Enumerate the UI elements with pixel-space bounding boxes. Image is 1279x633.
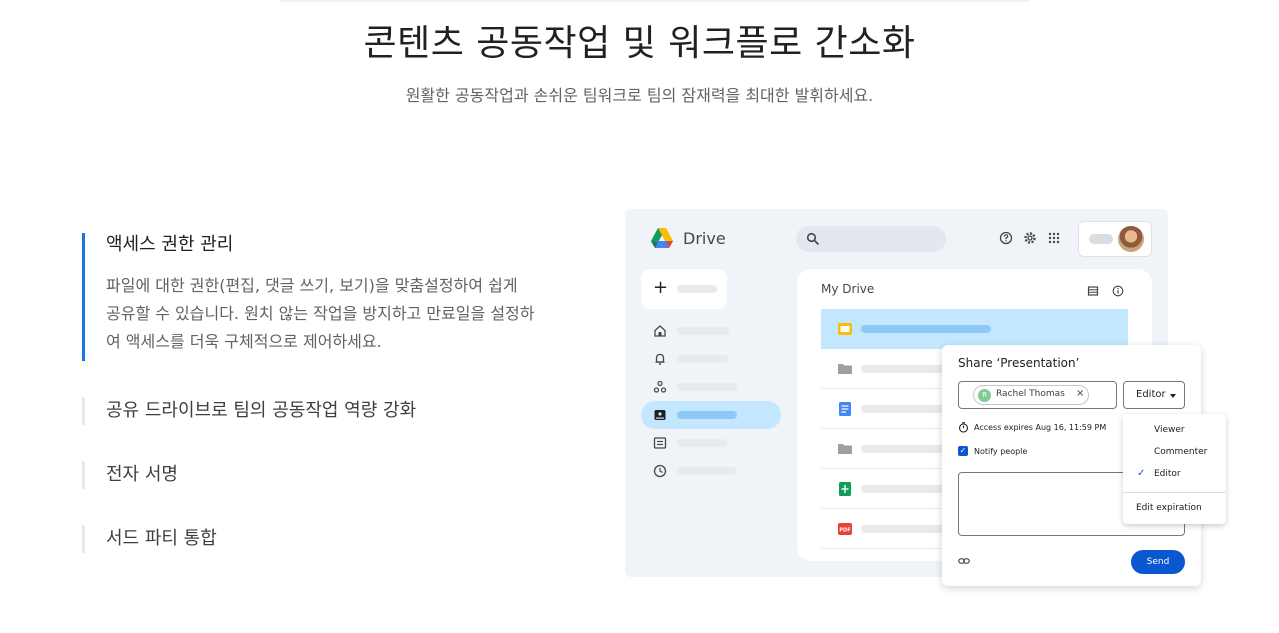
feature-list: 액세스 권한 관리 파일에 대한 권한(편집, 댓글 쓰기, 보기)을 맞춤설정… (82, 233, 542, 553)
slides-icon (838, 323, 852, 335)
list-view-icon[interactable] (1087, 285, 1099, 297)
people-input[interactable]: R Rachel Thomas × (958, 381, 1117, 409)
menu-item-label: Editor (1154, 469, 1181, 479)
page-title: 콘텐츠 공동작업 및 워크플로 간소화 (363, 23, 916, 64)
my-drive-icon (654, 410, 666, 420)
feature-description: 파일에 대한 권한(편집, 댓글 쓰기, 보기)을 맞춤설정하여 쉽게 공유할 … (106, 276, 535, 351)
search-bar[interactable] (796, 226, 946, 252)
person-name: Rachel Thomas (996, 389, 1065, 399)
menu-item-commenter[interactable]: Commenter (1123, 442, 1226, 464)
new-button[interactable]: + (641, 269, 727, 309)
feature-title: 서드 파티 통합 (106, 528, 217, 549)
menu-item-label: Commenter (1154, 447, 1208, 457)
nav-label-placeholder (677, 355, 729, 363)
caret-down-icon (1170, 394, 1176, 398)
sheets-icon (839, 482, 851, 496)
contacts-icon (653, 437, 667, 449)
feature-title: 전자 서명 (106, 464, 178, 485)
notify-checkbox[interactable]: ✓ (958, 446, 968, 456)
remove-person-icon[interactable]: × (1076, 388, 1084, 399)
nav-label-placeholder (677, 411, 737, 419)
top-divider (280, 0, 1030, 2)
sidebar-item-my-drive[interactable] (641, 401, 781, 429)
sidebar-item-computers[interactable] (641, 429, 781, 457)
feature-esignature[interactable]: 전자 서명 (82, 461, 178, 489)
settings-icon[interactable] (1023, 231, 1037, 245)
menu-item-edit-expiration[interactable]: Edit expiration (1123, 498, 1226, 520)
access-expiry-text: Access expires Aug 16, 11:59 PM (974, 423, 1107, 432)
file-name-placeholder (861, 325, 991, 333)
sidebar-item-workspaces[interactable] (641, 373, 781, 401)
feature-shared-drives[interactable]: 공유 드라이브로 팀의 공동작업 역량 강화 (82, 397, 416, 425)
help-icon[interactable] (999, 231, 1013, 245)
link-icon[interactable] (958, 555, 970, 567)
menu-item-viewer[interactable]: Viewer (1123, 420, 1226, 442)
menu-item-label: Edit expiration (1136, 503, 1202, 513)
bell-icon (655, 353, 665, 365)
feature-title: 액세스 권한 관리 (106, 234, 234, 255)
sidebar-item-recent[interactable] (641, 457, 781, 485)
new-label-placeholder (677, 285, 717, 293)
search-icon (806, 232, 820, 246)
send-button[interactable]: Send (1131, 550, 1185, 574)
menu-item-editor[interactable]: ✓ Editor (1123, 464, 1226, 486)
account-placeholder (1089, 234, 1113, 244)
docs-icon (839, 402, 851, 416)
page-subtitle: 원활한 공동작업과 손쉬운 팀워크로 팀의 잠재력을 최대한 발휘하세요. (405, 86, 874, 105)
nav-label-placeholder (677, 439, 727, 447)
check-icon: ✓ (1137, 468, 1146, 479)
role-dropdown[interactable]: Editor (1123, 381, 1185, 409)
avatar (1118, 226, 1144, 252)
role-menu: Viewer Commenter ✓ Editor Edit expiratio… (1123, 414, 1226, 524)
feature-third-party[interactable]: 서드 파티 통합 (82, 525, 217, 553)
sidebar-item-activity[interactable] (641, 345, 781, 373)
pdf-label: PDF (839, 528, 850, 534)
content-title: My Drive (821, 282, 875, 296)
notify-label: Notify people (974, 447, 1028, 456)
nav-label-placeholder (677, 467, 737, 475)
plus-icon: + (653, 277, 669, 298)
info-icon[interactable] (1112, 285, 1124, 297)
workspaces-icon (653, 380, 667, 393)
feature-access-management[interactable]: 액세스 권한 관리 파일에 대한 권한(편집, 댓글 쓰기, 보기)을 맞춤설정… (82, 233, 542, 361)
sidebar-item-home[interactable] (641, 317, 781, 345)
pdf-icon: PDF (838, 523, 852, 535)
nav-label-placeholder (677, 327, 729, 335)
share-dialog-title: Share ‘Presentation’ (958, 356, 1080, 370)
file-row[interactable] (821, 309, 1128, 349)
drive-logo-icon (651, 228, 673, 248)
folder-icon (838, 444, 852, 454)
account-switcher[interactable] (1078, 221, 1152, 257)
feature-title: 공유 드라이브로 팀의 공동작업 역량 강화 (106, 400, 417, 421)
timer-icon (958, 422, 969, 433)
apps-grid-icon[interactable] (1047, 231, 1061, 245)
folder-icon (838, 364, 852, 374)
drive-title: Drive (683, 229, 726, 248)
person-avatar: R (978, 389, 991, 402)
menu-item-label: Viewer (1154, 425, 1185, 435)
person-chip[interactable]: R Rachel Thomas × (973, 385, 1089, 405)
role-label: Editor (1136, 389, 1166, 400)
home-icon (654, 325, 666, 337)
nav-label-placeholder (677, 383, 737, 391)
clock-icon (653, 464, 667, 478)
menu-divider (1123, 492, 1226, 493)
